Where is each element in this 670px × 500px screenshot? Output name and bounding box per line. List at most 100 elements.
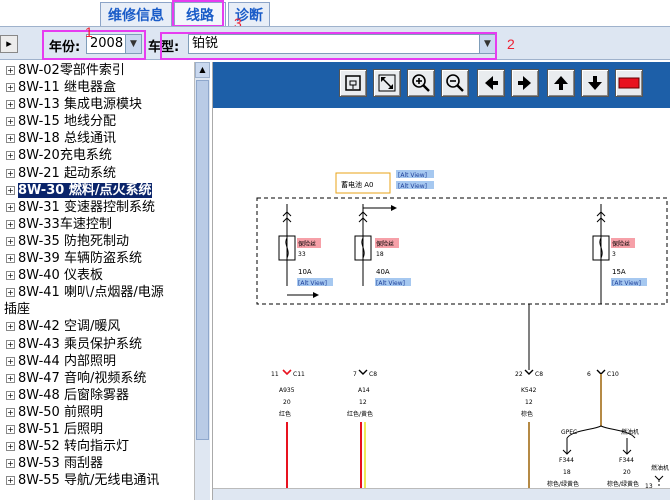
- expand-icon[interactable]: +: [6, 459, 15, 469]
- tree-item[interactable]: +8W-02零部件索引: [0, 62, 192, 79]
- highlight-box-1: [42, 30, 146, 60]
- wire-gauge: 12: [359, 399, 367, 406]
- wire-code: K542: [521, 387, 537, 394]
- arrow-up-icon: [554, 76, 568, 90]
- tree-item[interactable]: +8W-53 雨刮器: [0, 455, 192, 472]
- expand-icon[interactable]: +: [6, 271, 15, 281]
- expand-icon[interactable]: +: [6, 202, 15, 212]
- fit-page-button[interactable]: [339, 69, 367, 97]
- tree-item[interactable]: +8W-15 地线分配: [0, 113, 192, 130]
- tree-item[interactable]: +8W-39 车辆防盗系统: [0, 250, 192, 267]
- branch-mid-label: 燃油机: [621, 428, 639, 436]
- red-marker-icon: [618, 77, 640, 89]
- tree-item[interactable]: +8W-40 仪表板: [0, 267, 192, 284]
- expand-icon[interactable]: +: [6, 339, 15, 349]
- tree-item-wrap[interactable]: 插座: [0, 301, 192, 318]
- expand-icon[interactable]: +: [6, 322, 15, 332]
- tree-item[interactable]: +8W-44 内部照明: [0, 353, 192, 370]
- arrow-down-icon: [588, 76, 602, 90]
- zoom-in-button[interactable]: [407, 69, 435, 97]
- expand-icon[interactable]: +: [6, 356, 15, 366]
- expand-icon[interactable]: +: [6, 100, 15, 110]
- expand-icon[interactable]: +: [6, 288, 15, 298]
- tree-item[interactable]: +8W-52 转向指示灯: [0, 438, 192, 455]
- wire-gauge: 12: [525, 399, 533, 406]
- expand-icon[interactable]: +: [6, 185, 15, 195]
- wire-gauge: 18: [563, 469, 571, 476]
- expand-icon[interactable]: +: [6, 373, 15, 383]
- tree-item[interactable]: +8W-42 空调/暖风: [0, 318, 192, 335]
- diagram-viewer: 蓄电池 A0 [Alt View] [Alt View] 保险丝 33 10A …: [212, 62, 670, 500]
- fuse-num: 3: [612, 251, 616, 258]
- expand-icon[interactable]: +: [6, 117, 15, 127]
- highlight-box-3: [172, 0, 224, 27]
- wire-color: 棕色/绿黄色: [547, 480, 579, 488]
- fit-width-button[interactable]: [373, 69, 401, 97]
- zoom-out-button[interactable]: [441, 69, 469, 97]
- expand-icon[interactable]: +: [6, 151, 15, 161]
- tree-item-selected[interactable]: +8W-30 燃料/点火系统: [0, 182, 192, 199]
- wiring-diagram-canvas[interactable]: 蓄电池 A0 [Alt View] [Alt View] 保险丝 33 10A …: [213, 108, 670, 490]
- tree-item[interactable]: +8W-18 总线通讯: [0, 130, 192, 147]
- tree-item[interactable]: +8W-20充电系统: [0, 147, 192, 164]
- tree-item[interactable]: +8W-43 乘员保护系统: [0, 336, 192, 353]
- tree-item[interactable]: +8W-13 集成电源模块: [0, 96, 192, 113]
- tree-item[interactable]: +8W-48 后窗除雾器: [0, 387, 192, 404]
- tree-item[interactable]: +8W-41 喇叭/点烟器/电源: [0, 284, 192, 301]
- tree-item[interactable]: +8W-55 导航/无线电通讯: [0, 472, 192, 489]
- pan-up-button[interactable]: [547, 69, 575, 97]
- tree-toggle-button[interactable]: ▸: [0, 35, 18, 53]
- alt-view-link[interactable]: [Alt View]: [376, 280, 405, 287]
- expand-icon[interactable]: +: [6, 407, 15, 417]
- expand-icon[interactable]: +: [6, 424, 15, 434]
- conn-pin: 6: [587, 371, 591, 378]
- fuse-amp: 15A: [612, 268, 626, 276]
- battery-label: 蓄电池 A0: [341, 180, 373, 189]
- pan-left-button[interactable]: [477, 69, 505, 97]
- alt-view-link[interactable]: [Alt View]: [398, 183, 427, 190]
- wire-code: A935: [279, 387, 295, 394]
- alt-view-link[interactable]: [Alt View]: [612, 280, 641, 287]
- scrollbar-thumb[interactable]: [196, 80, 209, 440]
- fuse-num: 18: [376, 251, 384, 258]
- expand-icon[interactable]: +: [6, 390, 15, 400]
- wire-color: 棕色/绿黄色: [607, 480, 639, 488]
- conn-pin: 7: [353, 371, 357, 378]
- expand-icon[interactable]: +: [6, 168, 15, 178]
- tree-item[interactable]: +8W-51 后照明: [0, 421, 192, 438]
- expand-icon[interactable]: +: [6, 442, 15, 452]
- expand-icon[interactable]: +: [6, 134, 15, 144]
- pan-down-button[interactable]: [581, 69, 609, 97]
- expand-icon[interactable]: +: [6, 66, 15, 75]
- scroll-up-icon[interactable]: ▲: [195, 62, 210, 78]
- arrow-right-icon: [518, 76, 531, 90]
- highlight-button[interactable]: [615, 69, 643, 97]
- conn-id: C8: [535, 371, 543, 378]
- diagram-hscrollbar[interactable]: [213, 488, 670, 500]
- pan-right-button[interactable]: [511, 69, 539, 97]
- tree-item[interactable]: +8W-50 前照明: [0, 404, 192, 421]
- tab-repair-info[interactable]: 维修信息: [100, 2, 172, 26]
- expand-icon[interactable]: +: [6, 476, 15, 486]
- connector-mark: [524, 369, 534, 375]
- tree-item[interactable]: +8W-21 起动系统: [0, 165, 192, 182]
- wire-code: A14: [358, 387, 370, 394]
- tree-item[interactable]: +8W-11 继电器盒: [0, 79, 192, 96]
- fuse-tag: 保险丝: [376, 240, 394, 248]
- expand-icon[interactable]: +: [6, 254, 15, 264]
- expand-icon[interactable]: +: [6, 236, 15, 246]
- tree-item[interactable]: +8W-31 变速器控制系统: [0, 199, 192, 216]
- alt-view-link[interactable]: [Alt View]: [398, 172, 427, 179]
- fuse-tag: 保险丝: [612, 240, 630, 248]
- expand-icon[interactable]: +: [6, 83, 15, 93]
- tree-scrollbar[interactable]: ▲: [194, 62, 210, 500]
- tree-item[interactable]: +8W-47 音响/视频系统: [0, 370, 192, 387]
- tree-item[interactable]: +8W-33车速控制: [0, 216, 192, 233]
- connector-mark: [654, 475, 664, 481]
- tree-item[interactable]: +8W-35 防抱死制动: [0, 233, 192, 250]
- conn-pin: 11: [271, 371, 279, 378]
- expand-icon[interactable]: +: [6, 219, 15, 229]
- annotation-2: 2: [507, 36, 515, 52]
- zoom-in-icon: [412, 74, 430, 92]
- alt-view-link[interactable]: [Alt View]: [298, 280, 327, 287]
